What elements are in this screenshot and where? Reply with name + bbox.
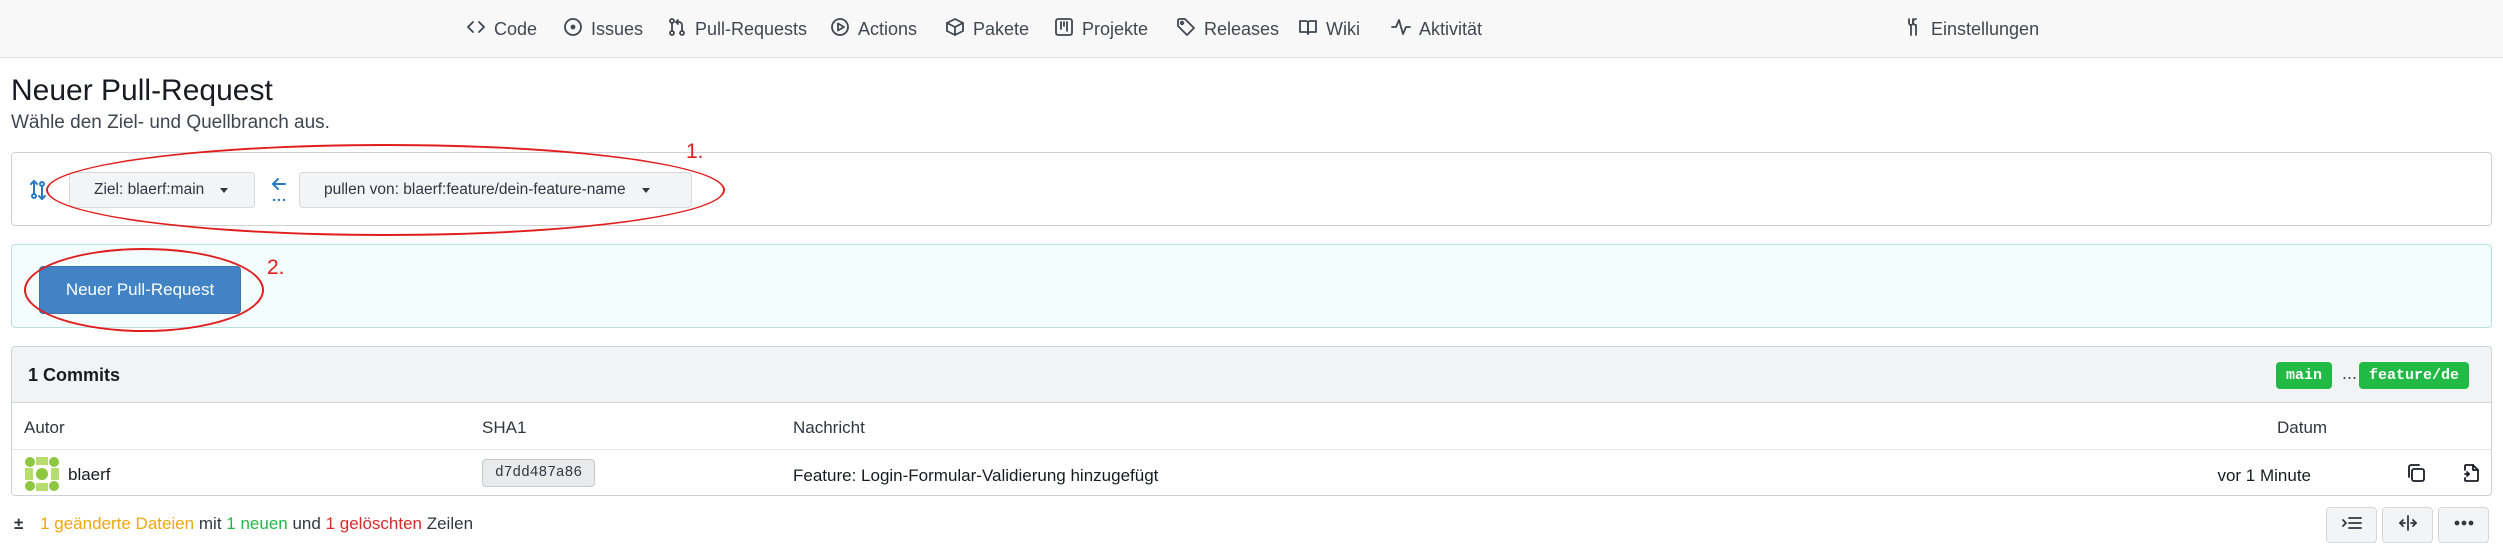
source-branch-dropdown[interactable]: pullen von: blaerf:feature/dein-feature-… <box>299 172 692 208</box>
commits-count: 1 Commits <box>28 365 121 385</box>
nav-item-label: Einstellungen <box>1931 18 2040 39</box>
nav-item-pull-requests[interactable]: Pull-Requests <box>667 0 807 58</box>
added-lines-count: 1 neuen <box>226 514 288 533</box>
nav-item-label: Actions <box>858 18 918 39</box>
changed-files-count: 1 geänderte Dateien <box>40 514 195 533</box>
table-header-row: Autor SHA1 Nachricht Datum <box>12 404 2491 450</box>
more-icon <box>2453 514 2475 537</box>
caret-down-icon <box>220 187 229 193</box>
diff-stats-icon: ± <box>14 514 24 533</box>
nav-item-packages[interactable]: Pakete <box>945 0 1029 58</box>
nav-item-label: Code <box>494 18 538 39</box>
nav-item-issues[interactable]: Issues <box>563 0 643 58</box>
browse-files-icon[interactable] <box>2460 462 2482 484</box>
commit-author[interactable]: blaerf <box>68 465 111 485</box>
base-branch-tag[interactable]: main <box>2276 362 2333 389</box>
pull-request-icon <box>667 17 687 42</box>
commit-message[interactable]: Feature: Login-Formular-Validierung hinz… <box>793 466 1158 486</box>
commits-header: 1 Commits main ... feature/de <box>12 347 2491 403</box>
branch-selector-panel: Ziel: blaerf:main pullen von: blaerf:fea… <box>11 152 2492 226</box>
nav-item-label: Wiki <box>1326 18 1360 39</box>
nav-item-label: Aktivität <box>1419 18 1483 39</box>
nav-item-label: Issues <box>591 18 644 39</box>
nav-item-projects[interactable]: Projekte <box>1054 0 1148 58</box>
column-date: Datum <box>2277 418 2328 437</box>
branch-separator: ... <box>2342 363 2358 383</box>
annotation-step-1: 1. <box>686 140 704 163</box>
head-branch-tag[interactable]: feature/de <box>2359 362 2470 389</box>
compare-icon[interactable] <box>28 179 48 201</box>
nav-item-wiki[interactable]: Wiki <box>1298 0 1360 58</box>
stats-text-zeilen: Zeilen <box>426 514 474 533</box>
pulse-icon <box>1391 17 1411 42</box>
nav-item-label: Pakete <box>973 18 1030 39</box>
stats-text-und: und <box>292 514 321 533</box>
arrow-left-icon <box>270 175 288 205</box>
source-branch-label: pullen von: blaerf:feature/dein-feature-… <box>324 181 626 198</box>
commits-table: 1 Commits main ... feature/de Autor SHA1… <box>11 346 2492 496</box>
page-subtitle: Wähle den Ziel- und Quellbranch aus. <box>11 112 330 133</box>
nav-item-actions[interactable]: Actions <box>830 0 917 58</box>
nav-item-releases[interactable]: Releases <box>1176 0 1279 58</box>
avatar[interactable] <box>24 456 60 492</box>
new-pull-request-button[interactable]: Neuer Pull-Request <box>39 266 241 314</box>
code-icon <box>466 17 486 42</box>
play-icon <box>830 17 850 42</box>
split-view-icon <box>2397 514 2419 537</box>
column-author: Autor <box>24 418 65 437</box>
nav-item-label: Projekte <box>1082 18 1149 39</box>
column-sha: SHA1 <box>482 418 527 437</box>
page-title: Neuer Pull-Request <box>11 74 273 107</box>
table-row: blaerf d7dd487a86 Feature: Login-Formula… <box>12 451 2491 495</box>
file-tree-toggle-button[interactable] <box>2326 507 2377 543</box>
nav-item-settings[interactable]: Einstellungen <box>1903 0 2039 58</box>
tools-icon <box>1903 17 1923 42</box>
commit-sha-badge[interactable]: d7dd487a86 <box>482 459 596 487</box>
target-branch-label: Ziel: blaerf:main <box>94 181 205 198</box>
stats-text-mit: mit <box>198 514 222 533</box>
nav-item-label: Pull-Requests <box>695 18 808 39</box>
new-pull-request-panel: Neuer Pull-Request <box>11 244 2492 328</box>
target-branch-dropdown[interactable]: Ziel: blaerf:main <box>69 172 255 208</box>
more-options-button[interactable] <box>2438 507 2489 543</box>
column-message: Nachricht <box>793 418 865 437</box>
diff-stats: ± 1 geänderte Dateien mit 1 neuen und 1 … <box>14 514 473 534</box>
split-view-button[interactable] <box>2382 507 2433 543</box>
tag-icon <box>1176 17 1196 42</box>
deleted-lines-count: 1 gelöschten <box>325 514 422 533</box>
nav-item-activity[interactable]: Aktivität <box>1391 0 1482 58</box>
annotation-step-2: 2. <box>267 256 285 279</box>
nav-item-code[interactable]: Code <box>466 0 537 58</box>
nav-item-label: Releases <box>1204 18 1280 39</box>
package-icon <box>945 17 965 42</box>
copy-icon[interactable] <box>2405 462 2427 484</box>
caret-down-icon <box>641 187 650 193</box>
issue-icon <box>563 17 583 42</box>
commit-date: vor 1 Minute <box>2217 466 2311 485</box>
repo-nav-bar: Code Issues Pull-Requests Actions Pakete… <box>0 0 2503 58</box>
project-icon <box>1054 17 1074 42</box>
list-indent-icon <box>2341 514 2363 537</box>
book-icon <box>1298 17 1318 42</box>
